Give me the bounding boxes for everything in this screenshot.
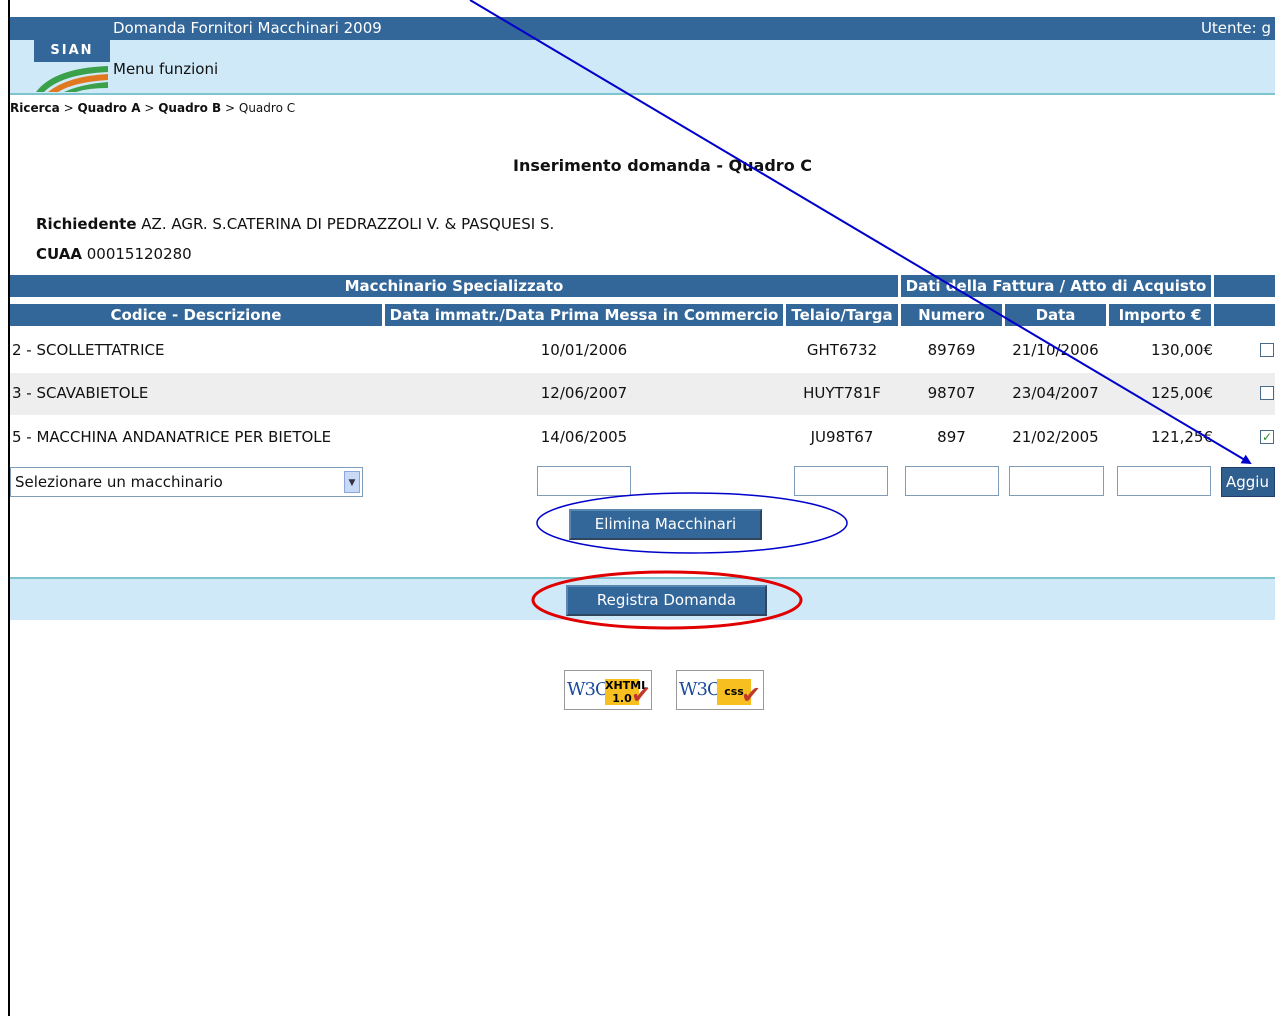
cell-descrizione: 5 - MACCHINA ANDANATRICE PER BIETOLE: [12, 428, 332, 446]
cell-data-immatr: 10/01/2006: [540, 341, 628, 359]
breadcrumb-separator: >: [63, 101, 74, 115]
sian-logo-waves-icon: [36, 66, 108, 92]
row-select-checkbox-checked[interactable]: ✓: [1260, 430, 1274, 444]
cell-importo: 121,25€: [1150, 428, 1213, 446]
annotation-overlay: [469, 0, 1252, 630]
menu-funzioni-link[interactable]: Menu funzioni: [113, 60, 218, 78]
column-header-codice: Codice - Descrizione: [10, 304, 382, 326]
cell-descrizione: 2 - SCOLLETTATRICE: [12, 341, 165, 359]
check-icon: ✔: [631, 681, 652, 709]
applicant-value: AZ. AGR. S.CATERINA DI PEDRAZZOLI V. & P…: [141, 215, 555, 233]
cell-data: 23/04/2007: [1012, 384, 1099, 402]
importo-input[interactable]: [1117, 466, 1211, 496]
breadcrumb-item-quadro-b[interactable]: Quadro B: [158, 101, 221, 115]
applicant-info: Richiedente AZ. AGR. S.CATERINA DI PEDRA…: [36, 215, 554, 233]
check-icon: ✔: [741, 681, 762, 709]
w3c-css-logo-text: W3C: [679, 679, 721, 700]
group-header-fattura: Dati della Fattura / Atto di Acquisto: [901, 275, 1211, 297]
breadcrumb-item-quadro-c: Quadro C: [238, 101, 296, 115]
column-header-data: Data: [1005, 304, 1106, 326]
sian-logo: SIAN: [34, 40, 110, 94]
window-left-border: [8, 0, 10, 1016]
numero-input[interactable]: [905, 466, 999, 496]
cell-data: 21/02/2005: [1012, 428, 1099, 446]
column-header-importo: Importo €: [1109, 304, 1211, 326]
data-immatr-input[interactable]: [537, 466, 631, 496]
column-header-numero: Numero: [901, 304, 1002, 326]
table-row: 5 - MACCHINA ANDANATRICE PER BIETOLE 14/…: [10, 417, 1275, 459]
app-title: Domanda Fornitori Macchinari 2009: [113, 19, 382, 37]
w3c-xhtml-badge[interactable]: W3C XHTML 1.0 ✔: [564, 670, 652, 710]
delete-machines-button[interactable]: Elimina Macchinari: [569, 509, 762, 540]
cell-descrizione: 3 - SCAVABIETOLE: [12, 384, 149, 402]
cell-numero: 89769: [927, 341, 976, 359]
column-header-select: [1214, 304, 1275, 326]
table-row: 2 - SCOLLETTATRICE 10/01/2006 GHT6732 89…: [10, 330, 1275, 372]
add-machine-button[interactable]: Aggiu: [1221, 467, 1275, 497]
breadcrumb: Ricerca > Quadro A > Quadro B > Quadro C: [10, 101, 295, 115]
w3c-xhtml-logo-text: W3C: [567, 679, 609, 700]
cell-data-immatr: 12/06/2007: [540, 384, 628, 402]
cuaa-info: CUAA 00015120280: [36, 245, 192, 263]
breadcrumb-item-quadro-a[interactable]: Quadro A: [77, 101, 140, 115]
cell-telaio: JU98T67: [810, 428, 874, 446]
cell-data-immatr: 14/06/2005: [540, 428, 628, 446]
column-header-data-immatr: Data immatr./Data Prima Messa in Commerc…: [385, 304, 783, 326]
breadcrumb-item-ricerca[interactable]: Ricerca: [10, 101, 60, 115]
telaio-input[interactable]: [794, 466, 888, 496]
register-application-button[interactable]: Registra Domanda: [566, 585, 767, 616]
cell-importo: 130,00€: [1150, 341, 1213, 359]
data-fattura-input[interactable]: [1009, 466, 1104, 496]
breadcrumb-separator: >: [224, 101, 236, 115]
cell-data: 21/10/2006: [1012, 341, 1099, 359]
cuaa-label: CUAA: [36, 245, 82, 263]
column-header-telaio: Telaio/Targa: [786, 304, 898, 326]
breadcrumb-separator: >: [144, 101, 155, 115]
cell-telaio: GHT6732: [806, 341, 878, 359]
chevron-down-icon[interactable]: ▼: [344, 471, 360, 493]
table-row: 3 - SCAVABIETOLE 12/06/2007 HUYT781F 987…: [10, 373, 1275, 415]
w3c-css-badge[interactable]: W3C css ✔: [676, 670, 764, 710]
cell-numero: 98707: [927, 384, 976, 402]
cell-numero: 897: [937, 428, 966, 446]
row-select-checkbox[interactable]: [1260, 386, 1274, 400]
applicant-label: Richiedente: [36, 215, 137, 233]
app-header-bar: Domanda Fornitori Macchinari 2009 Utente…: [10, 17, 1275, 40]
cell-importo: 125,00€: [1150, 384, 1213, 402]
user-label: Utente: g: [1200, 19, 1271, 37]
page-title: Inserimento domanda - Quadro C: [513, 156, 812, 175]
menu-bar: SIAN Menu funzioni: [10, 40, 1275, 95]
group-header-select: [1214, 275, 1275, 297]
machine-select-value: Selezionare un macchinario: [15, 473, 223, 491]
cuaa-value: 00015120280: [86, 245, 192, 263]
cell-telaio: HUYT781F: [803, 384, 881, 402]
group-header-macchinario: Macchinario Specializzato: [10, 275, 898, 297]
row-select-checkbox[interactable]: [1260, 343, 1274, 357]
machine-select[interactable]: Selezionare un macchinario ▼: [10, 467, 363, 497]
